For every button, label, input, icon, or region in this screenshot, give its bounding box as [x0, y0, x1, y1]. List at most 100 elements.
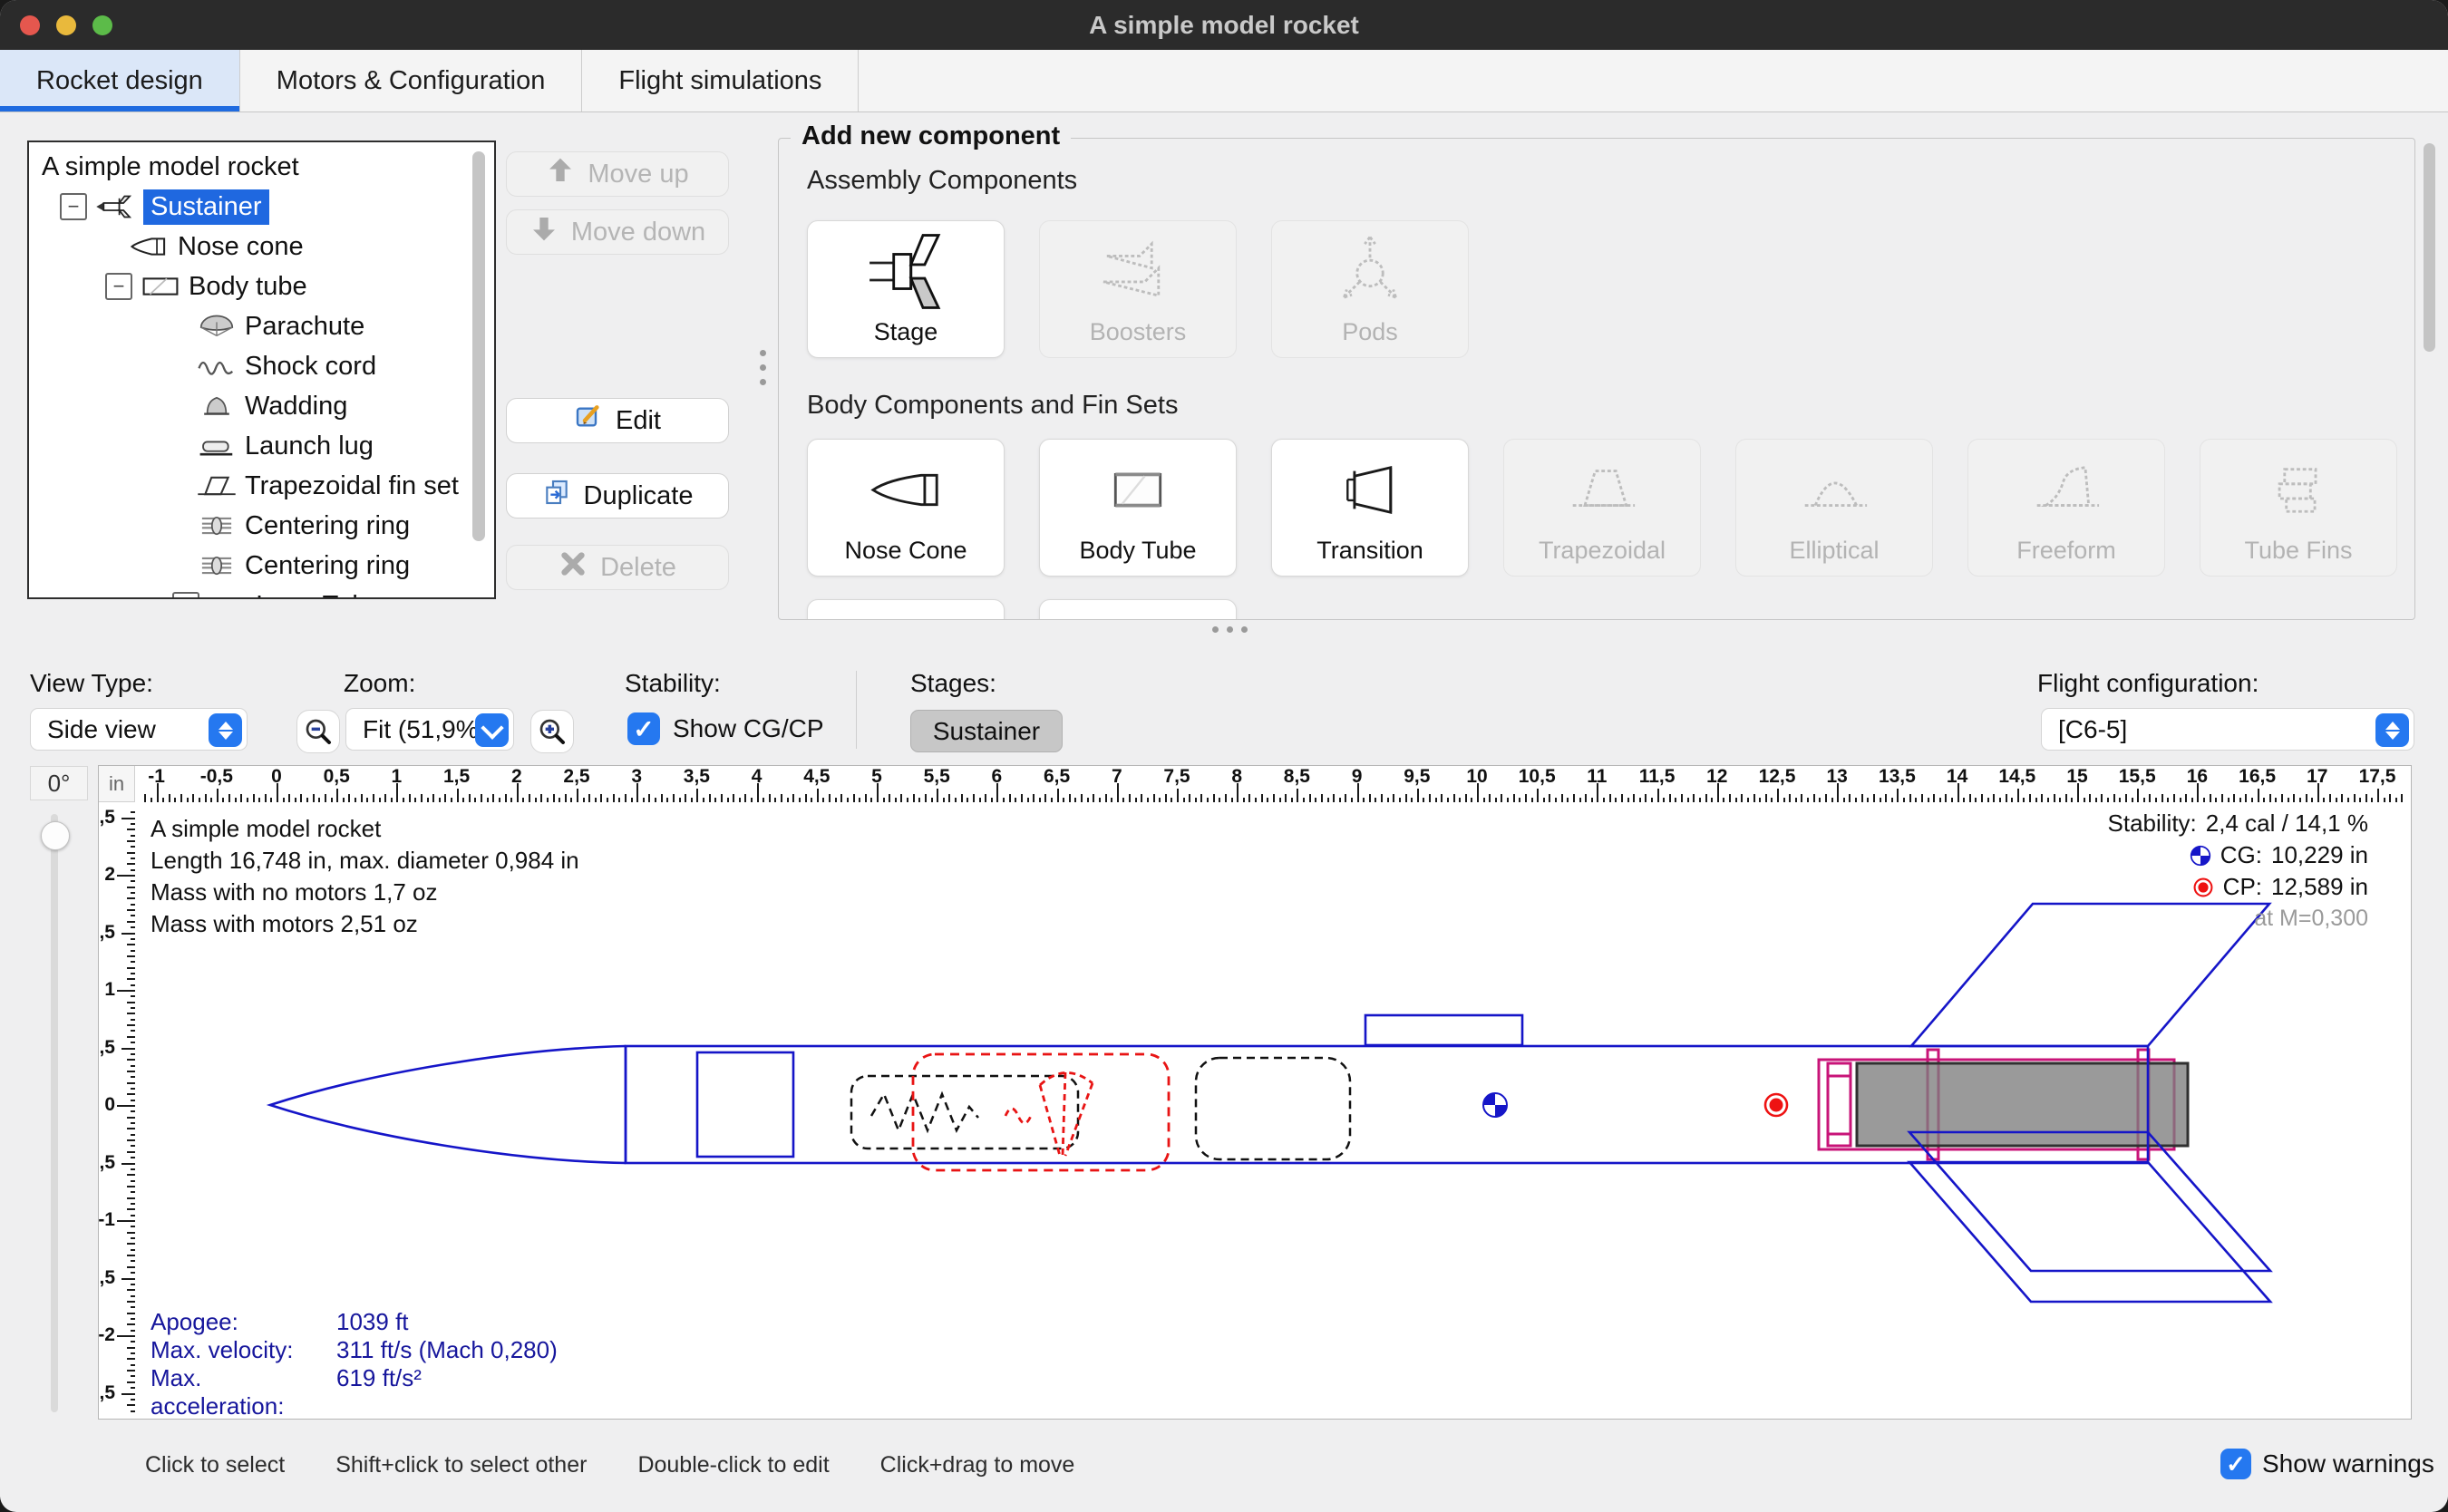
stability-block: Stability:2,4 cal / 14,1 % CG:10,229 in … [2108, 808, 2369, 935]
button-label: Delete [600, 553, 676, 583]
flight-label: Apogee: [151, 1308, 336, 1336]
c-trap-icon [1557, 447, 1647, 533]
toolbar-divider [856, 671, 857, 749]
cg-icon [2190, 845, 2211, 867]
tree-item-trapezoidal-fin-set[interactable]: Trapezoidal fin set [29, 466, 494, 506]
rotation-slider-track[interactable] [51, 814, 58, 1412]
card-label: Freeform [1968, 537, 2164, 565]
tree-expander-icon[interactable]: − [60, 193, 87, 220]
rotation-slider-knob[interactable] [41, 821, 70, 850]
add-component-title: Add new component [791, 121, 1071, 151]
parachute-outline [913, 1054, 1169, 1170]
tree-item-label: A simple model rocket [42, 152, 299, 182]
fin-lower-near [1909, 1162, 2270, 1302]
tree-item-wadding[interactable]: Wadding [29, 386, 494, 426]
show-cgcp-checkbox[interactable]: ✓ [627, 712, 660, 745]
tree-item-launch-lug[interactable]: Launch lug [29, 426, 494, 466]
component-card-pods: Pods [1271, 220, 1469, 358]
nose-cone-outline [270, 1046, 626, 1163]
flight-value: 311 ft/s (Mach 0,280) [336, 1336, 558, 1364]
fin-icon [196, 473, 238, 499]
zoom-window-button[interactable] [92, 15, 112, 35]
zoom-in-button[interactable] [530, 710, 574, 753]
tree-item-parachute[interactable]: Parachute [29, 306, 494, 346]
card-label: Pods [1272, 318, 1468, 346]
tab-motors-configuration[interactable]: Motors & Configuration [240, 50, 583, 111]
rocket-dimensions: Length 16,748 in, max. diameter 0,984 in [151, 845, 579, 877]
move-up-button[interactable]: Move up [506, 151, 729, 197]
stage-toggle-sustainer[interactable]: Sustainer [910, 710, 1063, 752]
cp-label: CP: [2223, 873, 2262, 901]
cp-icon [2192, 877, 2214, 898]
ring-icon [196, 513, 238, 538]
card-label: Boosters [1040, 318, 1236, 346]
component-tree[interactable]: A simple model rocket −Sustainer Nose cone… [27, 141, 496, 599]
move-down-button[interactable]: Move down [506, 209, 729, 255]
arrow-up-icon [546, 156, 575, 192]
edit-icon [574, 402, 603, 439]
flight-config-select[interactable]: [C6-5] [2041, 708, 2414, 751]
stepper-icon [2375, 713, 2409, 747]
show-warnings-checkbox[interactable]: ✓ [2220, 1449, 2251, 1479]
tree-expander-icon[interactable]: − [172, 592, 199, 599]
tree-item-label: Shock cord [245, 352, 376, 382]
zoom-select[interactable]: Fit (51,9%) [345, 708, 514, 751]
tree-expander-icon[interactable]: − [105, 273, 132, 300]
nose-shoulder [697, 1052, 793, 1157]
card-label: Tube Fins [2200, 537, 2396, 565]
button-label: Move down [571, 218, 705, 247]
card-label: Trapezoidal [1504, 537, 1700, 565]
edit-button[interactable]: Edit [506, 398, 729, 443]
tree-item-label: Nose cone [178, 232, 304, 262]
delete-button[interactable]: Delete [506, 545, 729, 590]
tree-item-a-simple-model-rocket[interactable]: A simple model rocket [29, 147, 494, 187]
canvas-hints: Click to selectShift+click to select oth… [145, 1452, 1074, 1478]
wad-icon [196, 393, 238, 419]
c-trans-icon [1325, 447, 1415, 533]
rocket-mass-loaded: Mass with motors 2,51 oz [151, 908, 579, 940]
component-card-nose-cone[interactable]: Nose Cone [807, 439, 1005, 577]
horizontal-splitter-grip[interactable] [1212, 626, 1248, 633]
view-type-select[interactable]: Side view [30, 708, 248, 751]
tab-rocket-design[interactable]: Rocket design [0, 50, 240, 111]
minimize-window-button[interactable] [56, 15, 76, 35]
tree-item-label: Body tube [189, 272, 307, 302]
rocket-canvas[interactable]: -1-0,500,511,522,533,544,555,566,577,588… [98, 765, 2412, 1420]
c-boosters-icon [1093, 228, 1183, 315]
component-card-body-tube[interactable]: Body Tube [1039, 439, 1237, 577]
panel-scrollbar[interactable] [2424, 143, 2435, 352]
tree-item-sustainer[interactable]: −Sustainer [29, 187, 494, 227]
section-label: Assembly Components [807, 166, 1077, 196]
cord-icon [196, 354, 238, 379]
c-pods-icon [1325, 228, 1415, 315]
add-component-panel: Assembly Components Stage Boosters Pods Body… [778, 138, 2415, 620]
component-card-transition[interactable]: Transition [1271, 439, 1469, 577]
tab-flight-simulations[interactable]: Flight simulations [582, 50, 859, 111]
button-label: Edit [616, 406, 661, 436]
rotation-angle-field[interactable]: 0° [30, 766, 88, 800]
view-type-label: View Type: [30, 669, 153, 698]
component-card-tube-fins: Tube Fins [2200, 439, 2397, 577]
close-window-button[interactable] [20, 15, 40, 35]
stability-label: Stability: [625, 669, 721, 698]
stepper-icon [209, 713, 242, 747]
tree-item-nose-cone[interactable]: Nose cone [29, 227, 494, 267]
main-tab-bar: Rocket designMotors & ConfigurationFligh… [0, 50, 2448, 112]
vertical-splitter-grip[interactable] [760, 350, 766, 385]
hint-text: Double-click to edit [637, 1452, 829, 1478]
parachute-doodle [1005, 1072, 1093, 1156]
zoom-out-button[interactable] [296, 710, 340, 753]
tree-scrollbar[interactable] [472, 151, 485, 541]
component-card-stage[interactable]: Stage [807, 220, 1005, 358]
section-label: Body Components and Fin Sets [807, 391, 1178, 421]
tree-item-inner-tube[interactable]: −Inner Tube [29, 586, 494, 599]
tree-item-centering-ring[interactable]: Centering ring [29, 506, 494, 546]
tree-item-label: Trapezoidal fin set [245, 471, 459, 501]
duplicate-button[interactable]: Duplicate [506, 473, 729, 519]
rocket-icon [94, 194, 136, 219]
tree-item-shock-cord[interactable]: Shock cord [29, 346, 494, 386]
tree-item-centering-ring[interactable]: Centering ring [29, 546, 494, 586]
tree-item-body-tube[interactable]: − Body tube [29, 267, 494, 306]
flight-value: 1039 ft [336, 1308, 409, 1336]
chute-icon [196, 314, 238, 339]
